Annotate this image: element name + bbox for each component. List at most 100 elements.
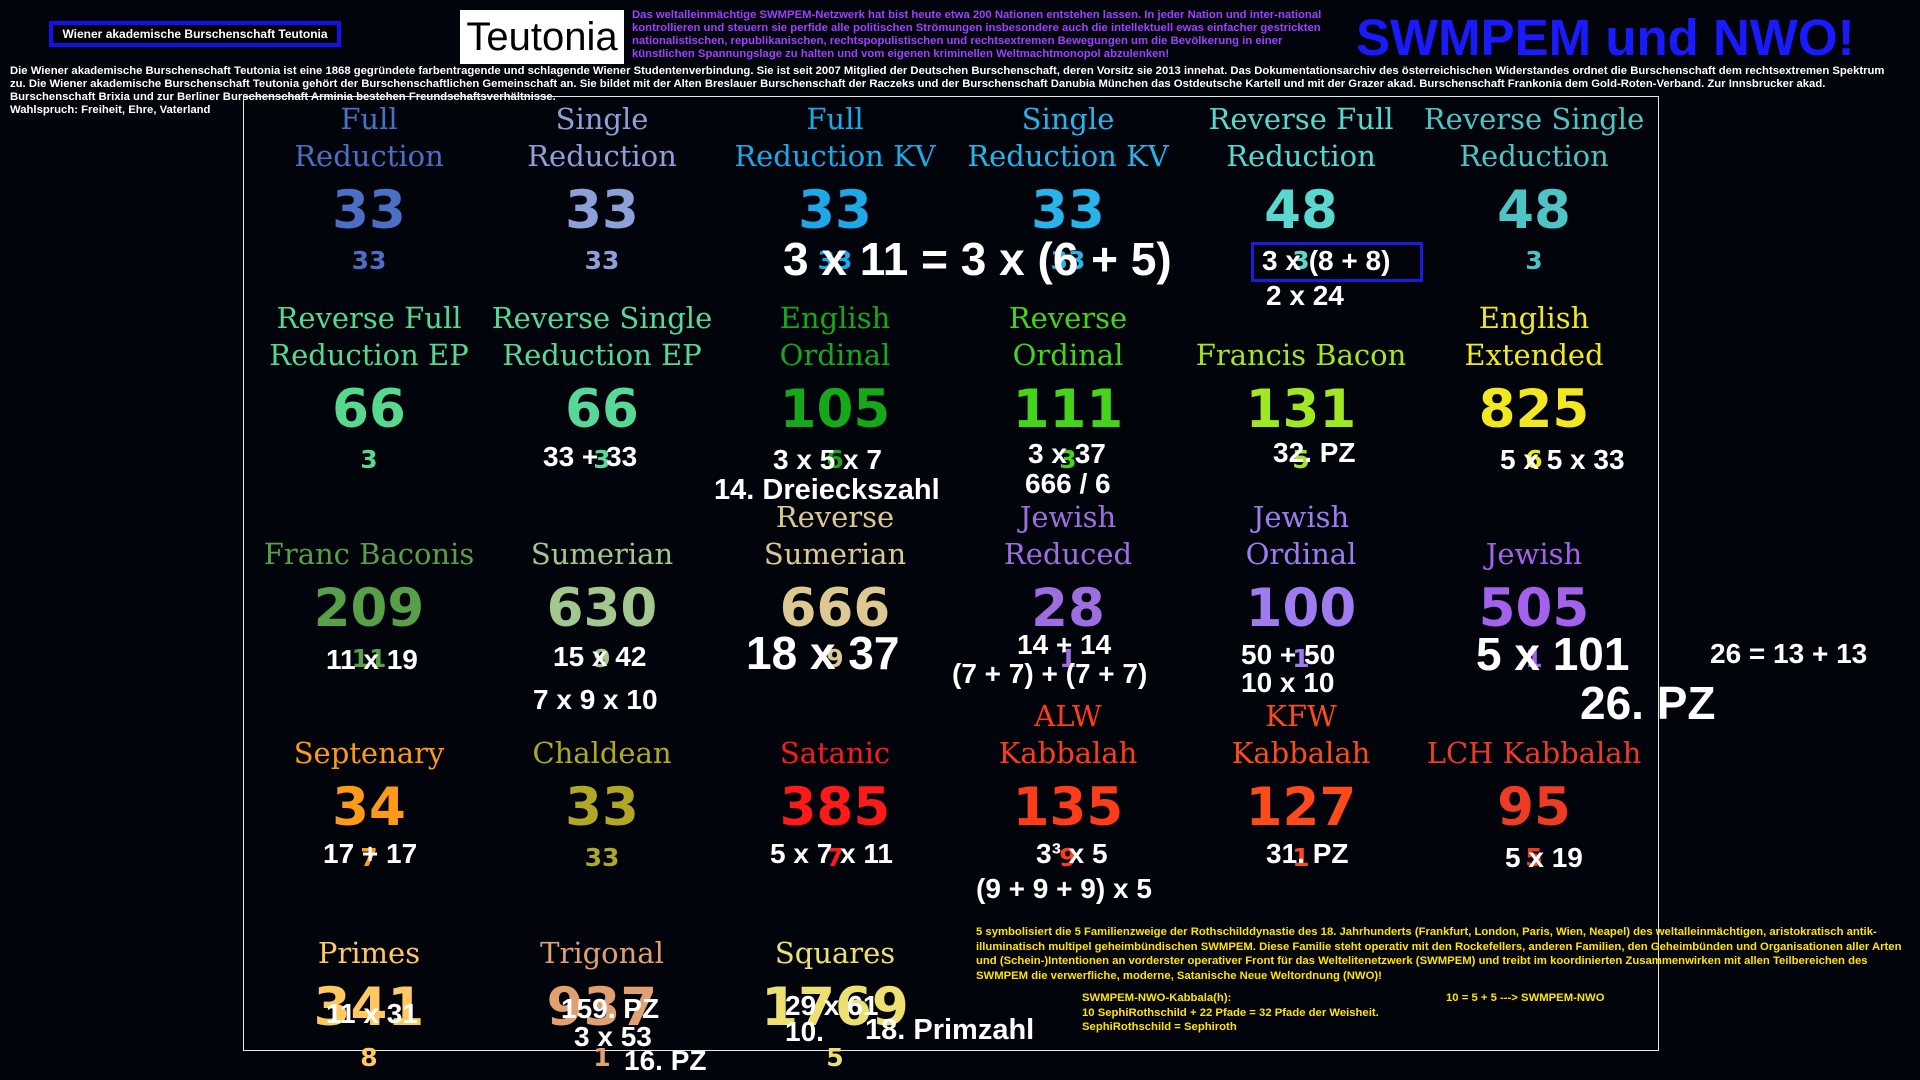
cipher-label: Reverse Full Reduction EP xyxy=(254,300,484,374)
cipher-label: English Ordinal xyxy=(720,300,950,374)
annotation: 26. PZ xyxy=(1580,677,1716,729)
cipher-value: 48 xyxy=(1264,180,1338,241)
annotation: (9 + 9 + 9) x 5 xyxy=(976,873,1152,904)
annotation: 50 + 50 xyxy=(1241,639,1336,670)
cipher-reduction: 33 xyxy=(584,843,620,872)
cipher-label-line: Sumerian xyxy=(530,537,674,571)
cipher-label: Squares xyxy=(720,935,950,972)
cipher-reduction: 33 xyxy=(351,246,387,275)
cipher-label-line: Kabbalah xyxy=(1231,736,1371,770)
cipher-label-line: Single xyxy=(1021,102,1115,136)
annotation: 14. Dreieckszahl xyxy=(714,474,940,506)
annotation: 10. xyxy=(785,1016,824,1047)
cipher-label-line: Jewish xyxy=(1019,500,1117,534)
annotation: 15 x 42 xyxy=(553,641,647,672)
cipher-label-line: Ordinal xyxy=(1245,537,1357,571)
annotation: (7 + 7) + (7 + 7) xyxy=(952,658,1148,689)
cipher-label-line: ALW xyxy=(1034,699,1102,733)
cipher-label-line: Extended xyxy=(1464,338,1604,372)
annotation: 3³ x 5 xyxy=(1036,838,1108,869)
cipher-label-line: Squares xyxy=(774,936,896,970)
cipher-label: ALW Kabbalah xyxy=(953,698,1183,772)
cipher-label: Jewish Ordinal xyxy=(1186,499,1416,573)
cipher-label: Septenary xyxy=(254,735,484,772)
cipher-label-line: Reduction KV xyxy=(734,139,936,173)
annotation: 5 x 101 xyxy=(1476,628,1630,680)
cipher-label: Satanic xyxy=(720,735,950,772)
annotation: 3 x 37 xyxy=(1028,438,1106,469)
cipher-label-line: Jewish xyxy=(1485,537,1583,571)
cipher-value: 111 xyxy=(1012,379,1124,440)
annotation: 159. PZ xyxy=(561,993,660,1024)
cipher-value: 131 xyxy=(1245,379,1357,440)
annotation: 33 + 33 xyxy=(543,441,638,472)
annotation: 26 = 13 + 13 xyxy=(1710,638,1868,669)
cipher-label: Sumerian xyxy=(487,536,717,573)
annotation: 18. Primzahl xyxy=(865,1014,1035,1046)
annotation: 32. PZ xyxy=(1273,437,1356,468)
kabbalah-line: SephiRothschild = Sephiroth xyxy=(1082,1021,1237,1033)
annotation: 11 x 19 xyxy=(326,644,418,675)
cipher-label: Reverse Single Reduction EP xyxy=(487,300,717,374)
cipher-label-line: Reverse Full xyxy=(276,301,462,335)
cipher-label: Full Reduction xyxy=(254,101,484,175)
cipher-value: 100 xyxy=(1245,578,1357,639)
cipher-value: 630 xyxy=(546,578,658,639)
cipher-label: Francis Bacon xyxy=(1186,337,1416,374)
cipher-value: 127 xyxy=(1245,777,1357,838)
cipher-value: 209 xyxy=(313,578,425,639)
cipher-value: 34 xyxy=(332,777,406,838)
cipher-label-line: Reduction xyxy=(527,139,677,173)
annotation: 16. PZ xyxy=(624,1045,707,1076)
cipher-label: Reverse Full Reduction xyxy=(1186,101,1416,175)
cipher-label: LCH Kabbalah xyxy=(1419,735,1649,772)
cipher-label: Jewish xyxy=(1419,536,1649,573)
cipher-label-line: Ordinal xyxy=(779,338,891,372)
cipher-label-line: Jewish xyxy=(1252,500,1350,534)
cipher-value: 33 xyxy=(1031,180,1105,241)
annotation: 18 x 37 xyxy=(746,627,900,679)
main-title: SWMPEM und NWO! xyxy=(1356,9,1855,66)
cipher-reduction: 33 xyxy=(584,246,620,275)
annotation: 3 x 11 = 3 x (6 + 5) xyxy=(783,233,1172,285)
cipher-label: Reverse Sumerian xyxy=(720,499,950,573)
cipher-label: Single Reduction KV xyxy=(953,101,1183,175)
annotation: 14 + 14 xyxy=(1017,629,1112,660)
cipher-label-line: Reverse Single xyxy=(491,301,713,335)
cipher-label-line: Reduced xyxy=(1003,537,1133,571)
cipher-label-line: Francis Bacon xyxy=(1195,338,1407,372)
cipher-label-line: English xyxy=(1478,301,1590,335)
logo-side-note: Das weltalleinmächtige SWMPEM-Netzwerk h… xyxy=(632,9,1322,60)
cipher-label-line: Satanic xyxy=(779,736,891,770)
cipher-label: English Extended xyxy=(1419,300,1649,374)
cipher-label-line: Kabbalah xyxy=(998,736,1138,770)
annotation: 10 x 10 xyxy=(1241,667,1335,698)
cipher-reduction: 5 xyxy=(826,1043,844,1072)
cipher-label-line: Reverse xyxy=(1008,301,1128,335)
annotation: 17 + 17 xyxy=(323,838,418,869)
cipher-label-line: Reduction EP xyxy=(269,338,469,372)
cipher-label-line: Reduction xyxy=(1459,139,1609,173)
cipher-label-line: Ordinal xyxy=(1012,338,1124,372)
cipher-label-line: Septenary xyxy=(293,736,445,770)
cipher-value: 33 xyxy=(332,180,406,241)
cipher-label-line: Sumerian xyxy=(763,537,907,571)
cipher-label-line: Reduction KV xyxy=(967,139,1169,173)
cipher-label-line: Full xyxy=(806,102,864,136)
annotation: 11 x 31 xyxy=(326,998,418,1029)
title-badge: Wiener akademische Burschenschaft Teuton… xyxy=(49,21,341,47)
cipher-value: 48 xyxy=(1497,180,1571,241)
cipher-label: Reverse Single Reduction xyxy=(1419,101,1649,175)
annotation: 7 x 9 x 10 xyxy=(533,684,658,715)
cipher-value: 66 xyxy=(565,379,639,440)
kabbalah-title: SWMPEM-NWO-Kabbala(h): xyxy=(1082,992,1232,1004)
annotation: 31. PZ xyxy=(1266,838,1349,869)
cipher-reduction: 3 xyxy=(1525,246,1543,275)
cipher-value: 825 xyxy=(1478,379,1590,440)
cipher-value: 66 xyxy=(332,379,406,440)
annotation: 2 x 24 xyxy=(1266,280,1344,311)
cipher-label: Reverse Ordinal xyxy=(953,300,1183,374)
cipher-value: 33 xyxy=(798,180,872,241)
cipher-label-line: Chaldean xyxy=(532,736,672,770)
cipher-label-line: Primes xyxy=(317,936,421,970)
